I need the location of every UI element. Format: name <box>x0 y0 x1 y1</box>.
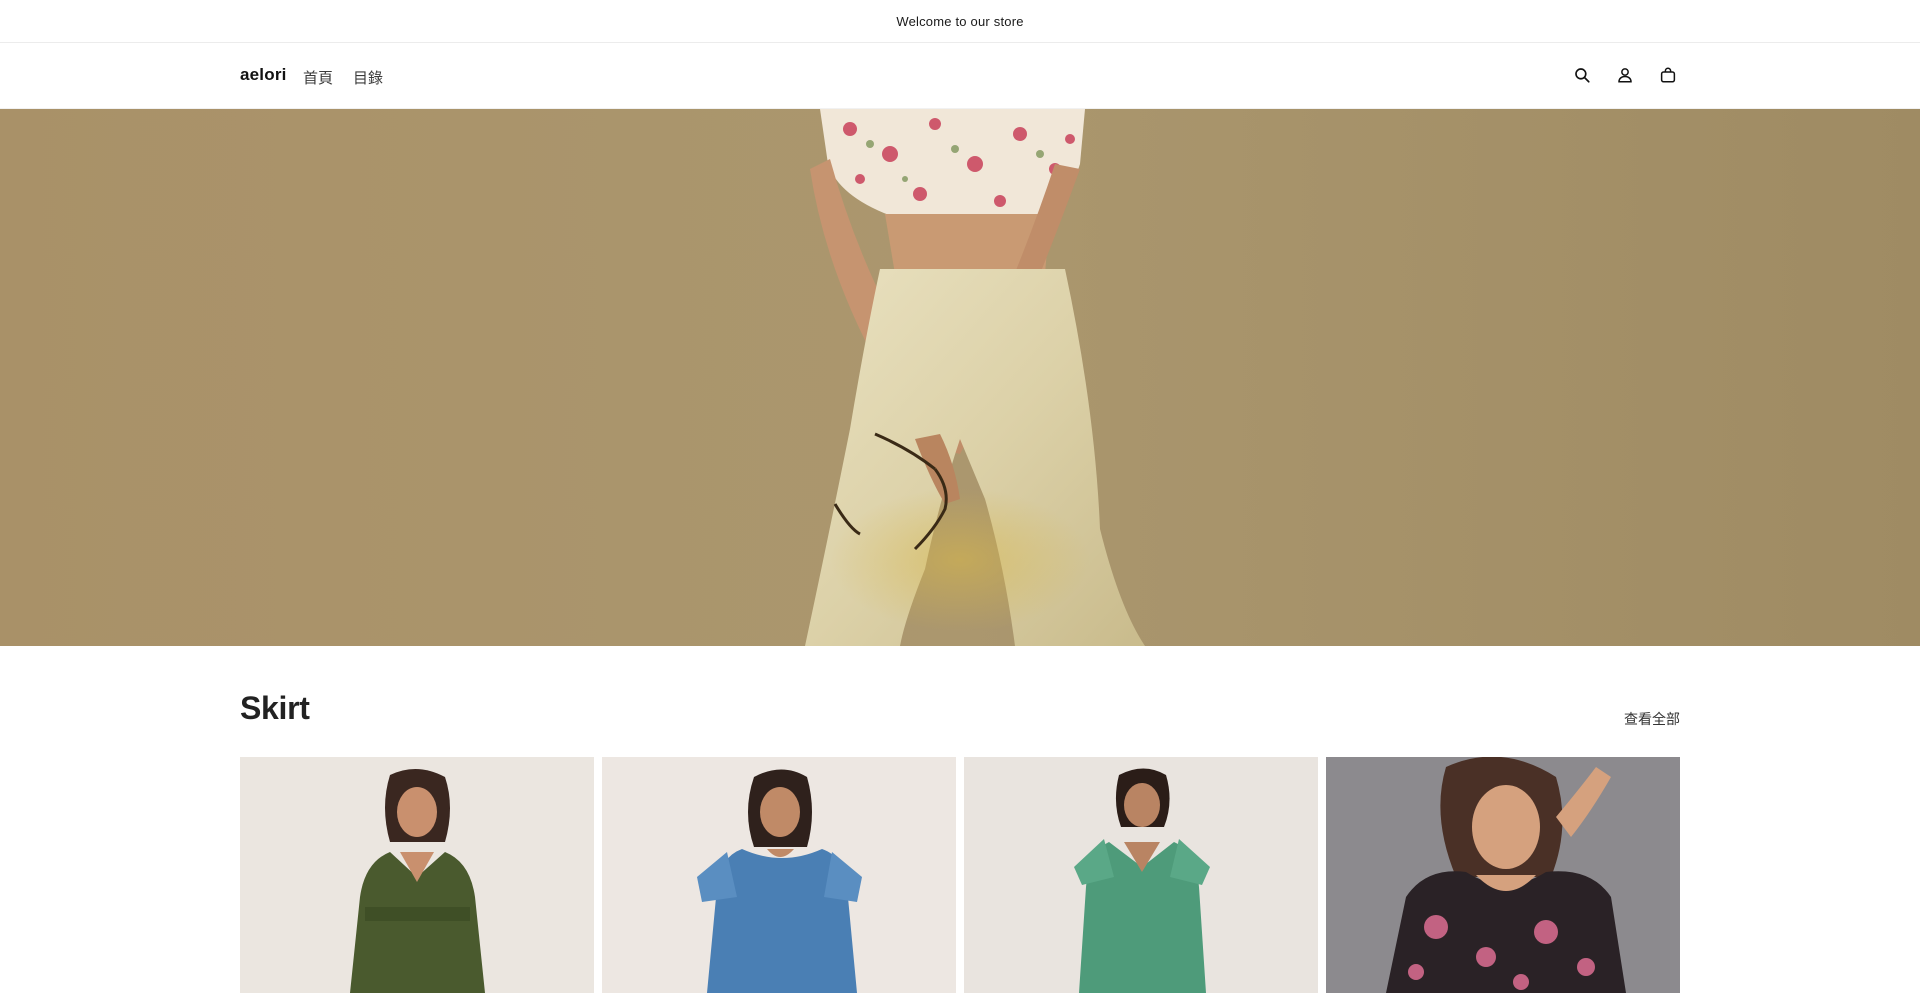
view-all-link[interactable]: 查看全部 <box>1624 709 1680 729</box>
nav-item-catalog[interactable]: 目錄 <box>353 67 383 88</box>
product-image <box>964 757 1318 993</box>
nav-item-home[interactable]: 首頁 <box>303 67 333 88</box>
header-icons <box>1570 63 1680 87</box>
product-image <box>240 757 594 993</box>
collection-header: Skirt 查看全部 <box>240 690 1680 734</box>
store-logo[interactable]: aelori <box>240 65 287 85</box>
product-image <box>602 757 956 993</box>
account-icon[interactable] <box>1613 63 1637 87</box>
site-header: aelori 首頁 目錄 <box>0 43 1920 109</box>
product-card[interactable] <box>240 757 594 993</box>
hero-banner <box>0 109 1920 646</box>
main-nav: 首頁 目錄 <box>303 67 383 88</box>
product-card[interactable] <box>964 757 1318 993</box>
collection-title: Skirt <box>240 690 310 726</box>
announcement-text: Welcome to our store <box>896 13 1024 29</box>
product-card[interactable] <box>602 757 956 993</box>
announcement-bar: Welcome to our store <box>0 0 1920 43</box>
product-grid <box>240 757 1680 993</box>
product-image <box>1326 757 1680 993</box>
hero-image <box>0 109 1920 646</box>
cart-icon[interactable] <box>1656 63 1680 87</box>
product-card[interactable] <box>1326 757 1680 993</box>
search-icon[interactable] <box>1570 63 1594 87</box>
